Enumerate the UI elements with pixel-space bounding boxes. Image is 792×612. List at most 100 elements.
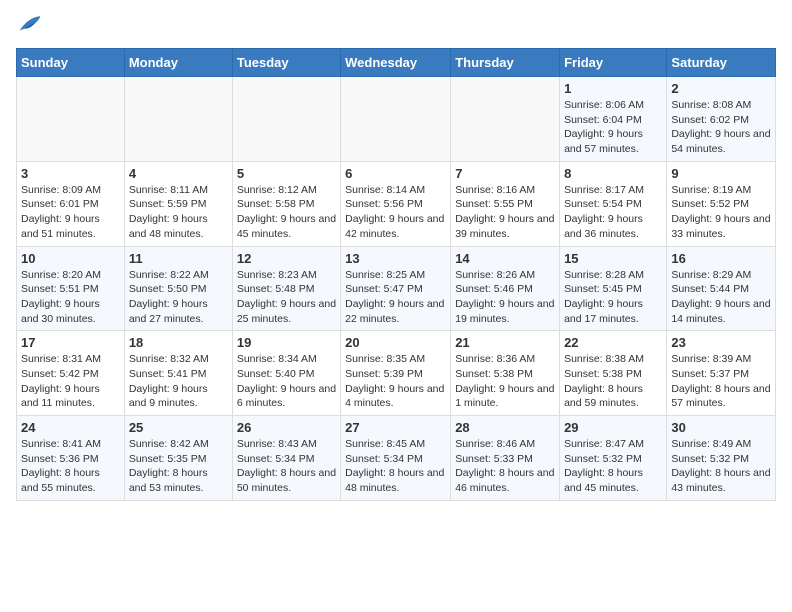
calendar-cell: 30 Sunrise: 8:49 AM Sunset: 5:32 PM Dayli… — [667, 416, 776, 501]
day-info: Sunrise: 8:12 AM Sunset: 5:58 PM Dayligh… — [237, 183, 336, 242]
calendar-cell: 9 Sunrise: 8:19 AM Sunset: 5:52 PM Daylig… — [667, 161, 776, 246]
calendar-cell: 29 Sunrise: 8:47 AM Sunset: 5:32 PM Dayli… — [560, 416, 667, 501]
calendar-table: SundayMondayTuesdayWednesdayThursdayFrid… — [16, 48, 776, 501]
day-number: 27 — [345, 420, 446, 435]
calendar-cell: 11 Sunrise: 8:22 AM Sunset: 5:50 PM Dayli… — [124, 246, 232, 331]
day-number: 1 — [564, 81, 662, 96]
calendar-cell: 1 Sunrise: 8:06 AM Sunset: 6:04 PM Daylig… — [560, 77, 667, 162]
calendar-cell: 12 Sunrise: 8:23 AM Sunset: 5:48 PM Dayli… — [232, 246, 340, 331]
weekday-header-wednesday: Wednesday — [341, 49, 451, 77]
day-number: 23 — [671, 335, 771, 350]
day-info: Sunrise: 8:47 AM Sunset: 5:32 PM Dayligh… — [564, 437, 662, 496]
calendar-cell: 27 Sunrise: 8:45 AM Sunset: 5:34 PM Dayli… — [341, 416, 451, 501]
day-info: Sunrise: 8:35 AM Sunset: 5:39 PM Dayligh… — [345, 352, 446, 411]
day-info: Sunrise: 8:22 AM Sunset: 5:50 PM Dayligh… — [129, 268, 228, 327]
day-number: 21 — [455, 335, 555, 350]
day-number: 12 — [237, 251, 336, 266]
day-number: 30 — [671, 420, 771, 435]
day-number: 7 — [455, 166, 555, 181]
day-number: 19 — [237, 335, 336, 350]
day-info: Sunrise: 8:28 AM Sunset: 5:45 PM Dayligh… — [564, 268, 662, 327]
day-info: Sunrise: 8:49 AM Sunset: 5:32 PM Dayligh… — [671, 437, 771, 496]
calendar-week-row: 17 Sunrise: 8:31 AM Sunset: 5:42 PM Dayli… — [17, 331, 776, 416]
day-number: 28 — [455, 420, 555, 435]
day-info: Sunrise: 8:26 AM Sunset: 5:46 PM Dayligh… — [455, 268, 555, 327]
day-number: 16 — [671, 251, 771, 266]
calendar-cell: 20 Sunrise: 8:35 AM Sunset: 5:39 PM Dayli… — [341, 331, 451, 416]
day-info: Sunrise: 8:14 AM Sunset: 5:56 PM Dayligh… — [345, 183, 446, 242]
calendar-header-row: SundayMondayTuesdayWednesdayThursdayFrid… — [17, 49, 776, 77]
day-number: 24 — [21, 420, 120, 435]
day-number: 9 — [671, 166, 771, 181]
calendar-cell: 21 Sunrise: 8:36 AM Sunset: 5:38 PM Dayli… — [451, 331, 560, 416]
calendar-cell: 10Sunrise: 8:20 AM Sunset: 5:51 PM Dayli… — [17, 246, 125, 331]
calendar-cell: 19 Sunrise: 8:34 AM Sunset: 5:40 PM Dayli… — [232, 331, 340, 416]
day-info: Sunrise: 8:43 AM Sunset: 5:34 PM Dayligh… — [237, 437, 336, 496]
logo-bird-icon — [18, 14, 42, 34]
calendar-cell: 5 Sunrise: 8:12 AM Sunset: 5:58 PM Daylig… — [232, 161, 340, 246]
calendar-cell: 8 Sunrise: 8:17 AM Sunset: 5:54 PM Daylig… — [560, 161, 667, 246]
page-header — [16, 16, 776, 36]
calendar-cell: 3 Sunrise: 8:09 AM Sunset: 6:01 PM Daylig… — [17, 161, 125, 246]
calendar-cell — [451, 77, 560, 162]
day-info: Sunrise: 8:11 AM Sunset: 5:59 PM Dayligh… — [129, 183, 228, 242]
day-info: Sunrise: 8:45 AM Sunset: 5:34 PM Dayligh… — [345, 437, 446, 496]
calendar-cell: 16Sunrise: 8:29 AM Sunset: 5:44 PM Dayli… — [667, 246, 776, 331]
day-info: Sunrise: 8:34 AM Sunset: 5:40 PM Dayligh… — [237, 352, 336, 411]
day-number: 15 — [564, 251, 662, 266]
day-number: 18 — [129, 335, 228, 350]
day-number: 8 — [564, 166, 662, 181]
calendar-cell — [124, 77, 232, 162]
weekday-header-thursday: Thursday — [451, 49, 560, 77]
day-info: Sunrise: 8:09 AM Sunset: 6:01 PM Dayligh… — [21, 183, 120, 242]
calendar-cell — [341, 77, 451, 162]
calendar-cell: 13 Sunrise: 8:25 AM Sunset: 5:47 PM Dayli… — [341, 246, 451, 331]
day-number: 29 — [564, 420, 662, 435]
weekday-header-monday: Monday — [124, 49, 232, 77]
calendar-cell: 23 Sunrise: 8:39 AM Sunset: 5:37 PM Dayli… — [667, 331, 776, 416]
day-info: Sunrise: 8:06 AM Sunset: 6:04 PM Dayligh… — [564, 98, 662, 157]
day-info: Sunrise: 8:08 AM Sunset: 6:02 PM Dayligh… — [671, 98, 771, 157]
day-info: Sunrise: 8:16 AM Sunset: 5:55 PM Dayligh… — [455, 183, 555, 242]
day-number: 20 — [345, 335, 446, 350]
calendar-cell: 17 Sunrise: 8:31 AM Sunset: 5:42 PM Dayli… — [17, 331, 125, 416]
day-info: Sunrise: 8:36 AM Sunset: 5:38 PM Dayligh… — [455, 352, 555, 411]
day-info: Sunrise: 8:23 AM Sunset: 5:48 PM Dayligh… — [237, 268, 336, 327]
day-number: 4 — [129, 166, 228, 181]
calendar-week-row: 1 Sunrise: 8:06 AM Sunset: 6:04 PM Daylig… — [17, 77, 776, 162]
day-number: 26 — [237, 420, 336, 435]
day-info: Sunrise: 8:42 AM Sunset: 5:35 PM Dayligh… — [129, 437, 228, 496]
calendar-week-row: 10Sunrise: 8:20 AM Sunset: 5:51 PM Dayli… — [17, 246, 776, 331]
day-info: Sunrise: 8:41 AM Sunset: 5:36 PM Dayligh… — [21, 437, 120, 496]
calendar-cell: 25 Sunrise: 8:42 AM Sunset: 5:35 PM Dayli… — [124, 416, 232, 501]
day-info: Sunrise: 8:17 AM Sunset: 5:54 PM Dayligh… — [564, 183, 662, 242]
calendar-cell: 6 Sunrise: 8:14 AM Sunset: 5:56 PM Daylig… — [341, 161, 451, 246]
weekday-header-saturday: Saturday — [667, 49, 776, 77]
day-number: 5 — [237, 166, 336, 181]
calendar-cell: 7 Sunrise: 8:16 AM Sunset: 5:55 PM Daylig… — [451, 161, 560, 246]
day-info: Sunrise: 8:38 AM Sunset: 5:38 PM Dayligh… — [564, 352, 662, 411]
day-info: Sunrise: 8:39 AM Sunset: 5:37 PM Dayligh… — [671, 352, 771, 411]
day-info: Sunrise: 8:19 AM Sunset: 5:52 PM Dayligh… — [671, 183, 771, 242]
day-number: 22 — [564, 335, 662, 350]
day-info: Sunrise: 8:32 AM Sunset: 5:41 PM Dayligh… — [129, 352, 228, 411]
day-number: 14 — [455, 251, 555, 266]
calendar-cell — [232, 77, 340, 162]
calendar-cell: 28 Sunrise: 8:46 AM Sunset: 5:33 PM Dayli… — [451, 416, 560, 501]
calendar-cell: 24 Sunrise: 8:41 AM Sunset: 5:36 PM Dayli… — [17, 416, 125, 501]
calendar-cell: 22 Sunrise: 8:38 AM Sunset: 5:38 PM Dayli… — [560, 331, 667, 416]
day-number: 13 — [345, 251, 446, 266]
day-number: 6 — [345, 166, 446, 181]
day-number: 10 — [21, 251, 120, 266]
calendar-week-row: 3 Sunrise: 8:09 AM Sunset: 6:01 PM Daylig… — [17, 161, 776, 246]
calendar-cell: 2Sunrise: 8:08 AM Sunset: 6:02 PM Daylig… — [667, 77, 776, 162]
day-info: Sunrise: 8:31 AM Sunset: 5:42 PM Dayligh… — [21, 352, 120, 411]
day-number: 17 — [21, 335, 120, 350]
day-number: 25 — [129, 420, 228, 435]
day-number: 3 — [21, 166, 120, 181]
day-info: Sunrise: 8:25 AM Sunset: 5:47 PM Dayligh… — [345, 268, 446, 327]
day-number: 11 — [129, 251, 228, 266]
weekday-header-friday: Friday — [560, 49, 667, 77]
day-info: Sunrise: 8:46 AM Sunset: 5:33 PM Dayligh… — [455, 437, 555, 496]
calendar-cell: 14 Sunrise: 8:26 AM Sunset: 5:46 PM Dayli… — [451, 246, 560, 331]
